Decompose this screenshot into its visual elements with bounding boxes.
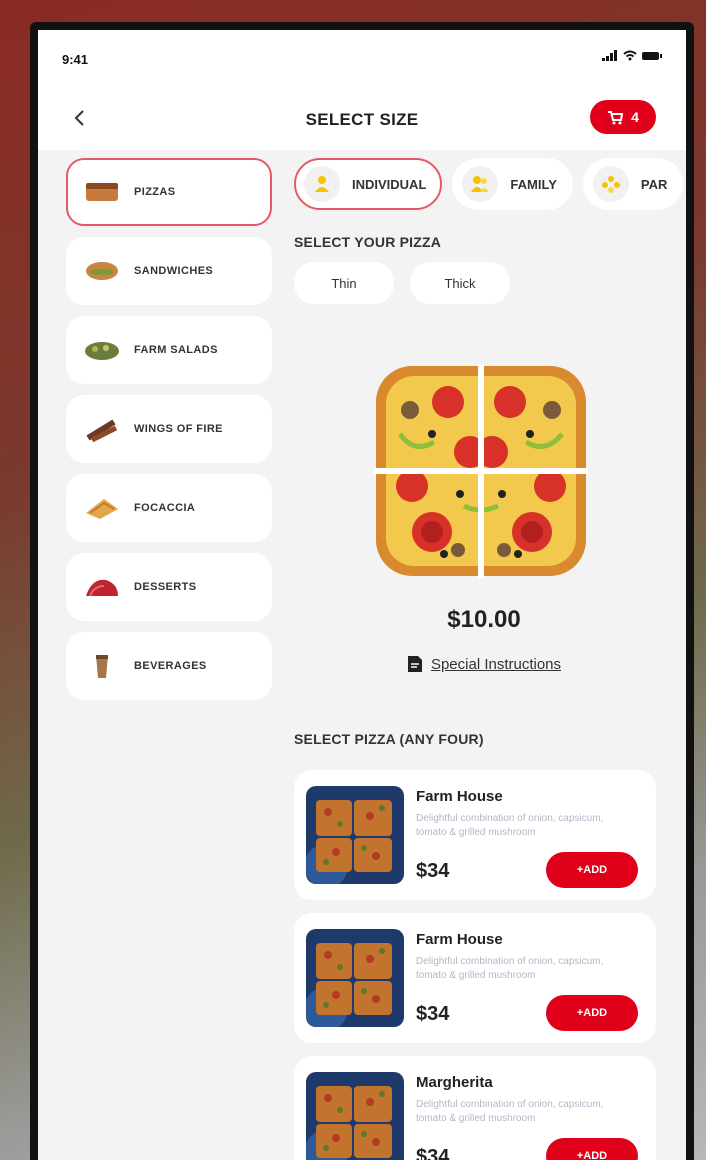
category-sidebar: PIZZAS SANDWICHES FARM SALADS WINGS OF F… — [66, 158, 276, 711]
pizza-slice-icon — [84, 177, 120, 207]
product-description: Delightful combination of onion, capsicu… — [416, 956, 604, 981]
device-frame: 9:41 SELECT SIZE 4 PIZZAS SANDWICHES FAR… — [30, 22, 694, 1160]
category-sandwiches[interactable]: SANDWICHES — [66, 237, 272, 305]
product-price: $34 — [416, 1146, 450, 1160]
category-label: BEVERAGES — [134, 660, 207, 672]
status-bar: 9:41 — [38, 30, 686, 90]
size-tab-party[interactable]: PAR — [582, 158, 684, 210]
any-four-title: SELECT PIZZA (ANY FOUR) — [294, 731, 484, 747]
add-button[interactable]: +ADD — [546, 1138, 638, 1160]
category-label: FOCACCIA — [134, 502, 196, 514]
group-icon — [592, 166, 629, 202]
main-content: INDIVIDUAL FAMILY PAR SELECT YOUR PIZZA — [294, 158, 686, 1160]
product-name: Margherita — [416, 1074, 493, 1091]
size-tab-family[interactable]: FAMILY — [452, 158, 573, 210]
salad-icon — [84, 335, 120, 365]
crust-thin-button[interactable]: Thin — [294, 262, 394, 304]
product-price: $34 — [416, 1003, 450, 1025]
cart-count: 4 — [631, 109, 639, 125]
category-focaccia[interactable]: FOCACCIA — [66, 474, 272, 542]
dessert-icon — [84, 572, 120, 602]
wings-icon — [84, 414, 120, 444]
product-card: Margherita Delightful combination of oni… — [294, 1056, 656, 1160]
sandwich-icon — [84, 256, 120, 286]
top-header: SELECT SIZE 4 — [38, 90, 686, 150]
size-label: INDIVIDUAL — [352, 176, 427, 192]
category-beverages[interactable]: BEVERAGES — [66, 632, 272, 700]
crust-thick-button[interactable]: Thick — [410, 262, 510, 304]
product-image — [306, 929, 404, 1027]
signal-icon — [602, 50, 617, 61]
wifi-icon — [623, 50, 637, 61]
cart-button[interactable]: 4 — [590, 100, 656, 134]
status-icons — [602, 50, 662, 61]
crust-options: Thin Thick — [294, 262, 686, 304]
size-label: FAMILY — [510, 176, 557, 192]
person-icon — [304, 166, 340, 202]
category-label: DESSERTS — [134, 581, 197, 593]
select-pizza-title: SELECT YOUR PIZZA — [294, 234, 442, 250]
add-button[interactable]: +ADD — [546, 995, 638, 1031]
product-image — [306, 786, 404, 884]
category-label: SANDWICHES — [134, 265, 214, 277]
battery-icon — [642, 51, 662, 60]
category-label: FARM SALADS — [134, 344, 218, 356]
product-price: $34 — [416, 860, 450, 882]
category-desserts[interactable]: DESSERTS — [66, 553, 272, 621]
product-name: Farm House — [416, 788, 503, 805]
product-image — [306, 1072, 404, 1160]
category-wings-of-fire[interactable]: WINGS OF FIRE — [66, 395, 272, 463]
special-instructions-link[interactable]: Special Instructions — [294, 655, 674, 673]
product-card: Farm House Delightful combination of oni… — [294, 913, 656, 1043]
category-label: PIZZAS — [134, 186, 176, 198]
status-time: 9:41 — [62, 52, 89, 67]
note-icon — [407, 656, 422, 672]
category-label: WINGS OF FIRE — [134, 423, 223, 435]
product-description: Delightful combination of onion, capsicu… — [416, 1099, 604, 1124]
size-tabs: INDIVIDUAL FAMILY PAR — [294, 158, 686, 212]
size-tab-individual[interactable]: INDIVIDUAL — [294, 158, 443, 210]
beverage-icon — [84, 651, 120, 681]
family-icon — [462, 166, 499, 202]
product-card: Farm House Delightful combination of oni… — [294, 770, 656, 900]
special-instructions-label: Special Instructions — [430, 655, 562, 673]
add-button[interactable]: +ADD — [546, 852, 638, 888]
selected-price: $10.00 — [447, 606, 521, 633]
focaccia-icon — [84, 493, 120, 523]
category-farm-salads[interactable]: FARM SALADS — [66, 316, 272, 384]
page-title: SELECT SIZE — [305, 110, 419, 129]
product-description: Delightful combination of onion, capsicu… — [416, 813, 604, 838]
size-label: PAR — [640, 176, 668, 192]
pizza-preview — [374, 364, 588, 578]
app-screen: 9:41 SELECT SIZE 4 PIZZAS SANDWICHES FAR… — [38, 30, 686, 1160]
category-pizzas[interactable]: PIZZAS — [66, 158, 272, 226]
product-name: Farm House — [416, 931, 503, 948]
cart-icon — [608, 110, 624, 124]
